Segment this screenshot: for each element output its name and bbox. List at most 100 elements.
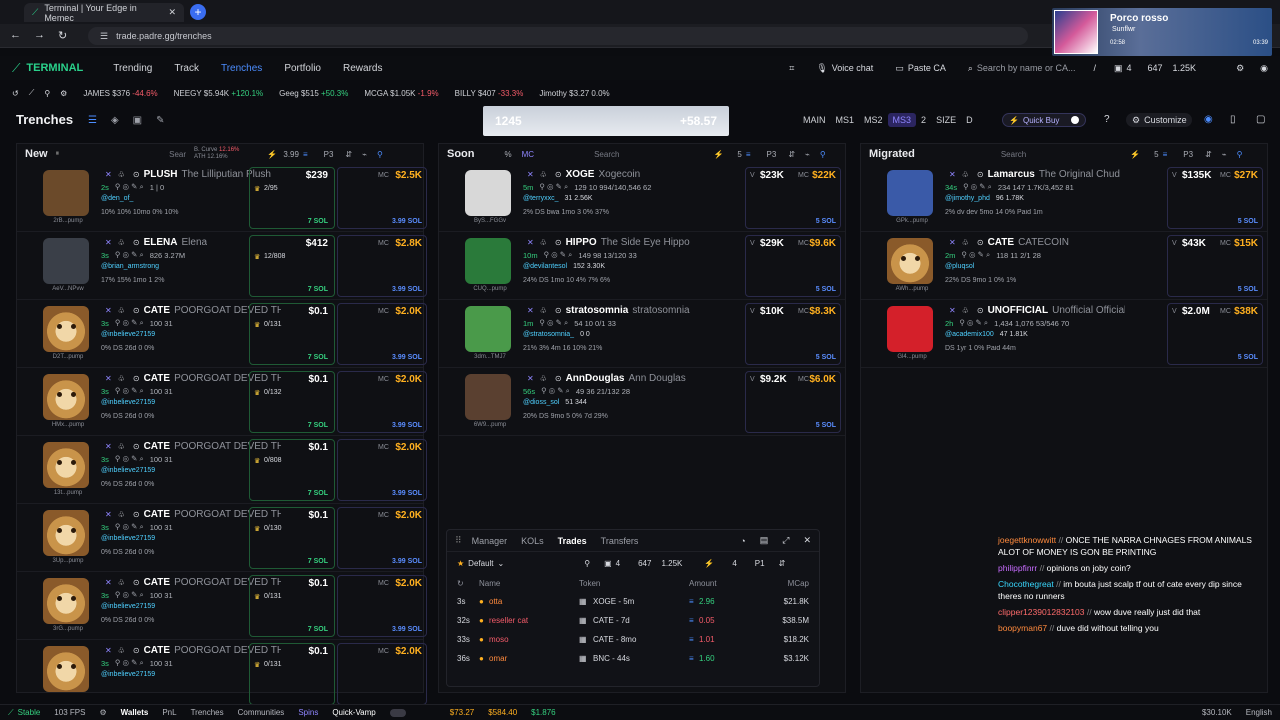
token-image[interactable] [465, 170, 511, 216]
nav-trenches[interactable]: Trenches [221, 63, 262, 74]
dev-handle[interactable]: @devilantesol [523, 263, 567, 270]
seg-ms2[interactable]: MS2 [859, 113, 888, 127]
quick-buy-green[interactable]: 7 SOL [308, 286, 328, 293]
quick-buy-button[interactable]: 5 SOL [816, 218, 836, 225]
list-view-icon[interactable]: ☰ [88, 115, 97, 126]
nav-portfolio[interactable]: Portfolio [284, 63, 321, 74]
mc-box[interactable]: V $23K MC $22K 5 SOL [745, 167, 841, 229]
settings-gear-icon[interactable]: ⚙ [1236, 63, 1244, 74]
copy-icon[interactable]: ⊙ [133, 306, 140, 315]
trade-row[interactable]: 33s ● moso ▦ CATE - 8mo ≡ 1.01 $18.2K [447, 630, 819, 649]
dev-handle[interactable]: @academix100 [945, 331, 994, 338]
chat-user[interactable]: clipper1239012832103 [998, 607, 1085, 617]
copy-icon[interactable]: ⊙ [133, 510, 140, 519]
column-amount[interactable]: 5 [1154, 150, 1158, 159]
copy-icon[interactable]: ⊙ [133, 170, 140, 179]
token-image[interactable] [465, 306, 511, 352]
dev-handle[interactable]: @stratosomnia_ [523, 331, 574, 338]
status-spins[interactable]: Spins [298, 708, 318, 717]
star-icon[interactable]: ♧ [118, 170, 125, 179]
bell-icon[interactable]: ▢ [1256, 114, 1265, 125]
star-icon[interactable]: ♧ [962, 170, 969, 179]
status-wallets[interactable]: Wallets [121, 708, 149, 717]
copy-icon[interactable]: ⊙ [555, 306, 562, 315]
eye-icon[interactable]: ◉ [1204, 114, 1213, 125]
column-filter-icon[interactable]: ⚲ [820, 150, 826, 159]
reload-icon[interactable]: ↻ [58, 29, 67, 42]
token-address[interactable]: Gl4...pump [885, 354, 939, 360]
quick-buy-green[interactable]: 7 SOL [308, 354, 328, 361]
mc-box[interactable]: MC $2.8K 3.99 SOL [337, 235, 427, 297]
refresh-icon[interactable]: ↻ [457, 579, 479, 588]
mc-box[interactable]: MC $2.0K [337, 643, 427, 705]
token-image[interactable] [43, 170, 89, 216]
filter-icon[interactable]: ⚲ [44, 89, 50, 98]
token-image[interactable] [43, 442, 89, 488]
dev-handle[interactable]: @brian_armstrong [101, 263, 159, 270]
quick-buy-button[interactable]: 5 SOL [816, 286, 836, 293]
quick-buy-green[interactable]: 7 SOL [308, 218, 328, 225]
star-icon[interactable]: ♧ [540, 170, 547, 179]
dev-handle[interactable]: @inbelieve27159 [101, 331, 155, 338]
ticker-item[interactable]: MCGA $1.05K -1.9% [364, 89, 438, 98]
trade-row[interactable]: 36s ● omar ▦ BNC - 44s ≡ 1.60 $3.12K [447, 649, 819, 668]
quick-buy-green[interactable]: 7 SOL [308, 558, 328, 565]
token-address[interactable]: CUQ...pump [463, 286, 517, 292]
status-quick-vamp[interactable]: Quick-Vamp [332, 708, 375, 717]
nav-track[interactable]: Track [174, 63, 199, 74]
star-icon[interactable]: ♧ [118, 510, 125, 519]
star-icon[interactable]: ♧ [118, 374, 125, 383]
token-card[interactable]: 3Up...pump✕♧⊙CATEPOORGOAT DEVED THIS CAT… [17, 504, 427, 572]
nav-trending[interactable]: Trending [113, 63, 152, 74]
star-icon[interactable]: ♧ [540, 238, 547, 247]
trade-token[interactable]: CATE - 8mo [593, 635, 689, 644]
star-icon[interactable]: ♧ [540, 306, 547, 315]
mc-box[interactable]: V $29K MC $9.6K 5 SOL [745, 235, 841, 297]
trader-name[interactable]: reseller cat [489, 616, 579, 625]
dev-handle[interactable]: @den_of_ [101, 195, 133, 202]
customize-button[interactable]: ⚙ Customize [1126, 113, 1192, 127]
column-search-input[interactable]: Search [594, 150, 619, 159]
token-card[interactable]: GPk...pump ✕ ♧ ⊙ Lamarcus The Original Chud 34… [861, 164, 1267, 232]
token-card[interactable]: 3dm...TMJ7 ✕ ♧ ⊙ stratosomnia stratosomnia 1m ⚲… [439, 300, 845, 368]
star-icon[interactable]: ♧ [118, 646, 125, 655]
copy-icon[interactable]: ⊙ [555, 170, 562, 179]
mc-box[interactable]: MC $2.0K 3.99 SOL [337, 507, 427, 569]
column-filter-icon[interactable]: ⚲ [377, 150, 383, 159]
quick-buy-green[interactable]: 7 SOL [308, 422, 328, 429]
token-image[interactable] [887, 238, 933, 284]
voice-chat-button[interactable]: Voice chat [832, 63, 874, 73]
copy-icon[interactable]: ⊙ [555, 374, 562, 383]
square-icon[interactable]: ▣ [133, 115, 142, 126]
token-address[interactable]: ByS...FGGv [463, 218, 517, 224]
pause-icon[interactable]: ⏸ [56, 150, 60, 158]
wallet-icon[interactable]: ▣ [1114, 63, 1123, 74]
token-image[interactable] [887, 170, 933, 216]
quick-buy-button[interactable]: 3.99 SOL [392, 218, 422, 225]
star-icon[interactable]: ♧ [962, 306, 969, 315]
seg-main[interactable]: MAIN [798, 113, 831, 127]
mc-box[interactable]: MC $2.0K 3.99 SOL [337, 575, 427, 637]
ticker-item[interactable]: NEEGY $5.94K +120.1% [174, 89, 264, 98]
status-pnl[interactable]: PnL [162, 708, 176, 717]
bookmark-icon[interactable]: ▯ [1230, 114, 1236, 125]
seg-ms1[interactable]: MS1 [831, 113, 860, 127]
dev-handle[interactable]: @pluqsol [945, 263, 974, 270]
token-address[interactable]: 3rG...pump [41, 626, 95, 632]
token-address[interactable]: 3Up...pump [41, 558, 95, 564]
column-amount[interactable]: 5 [737, 150, 741, 159]
language[interactable]: English [1246, 708, 1272, 717]
url-field[interactable]: ☰ trade.padre.gg/trenches [88, 27, 1028, 45]
token-address[interactable]: D2T...pump [41, 354, 95, 360]
trade-row[interactable]: 32s ● reseller cat ▦ CATE - 7d ≡ 0.05 $38.5M [447, 611, 819, 630]
column-filter-icon[interactable]: ⚲ [1237, 150, 1243, 159]
tab-manager[interactable]: Manager [472, 536, 508, 546]
global-search-input[interactable]: Search by name or CA... [977, 63, 1076, 73]
buy-box[interactable]: $0.1 ♛ 0/130 7 SOL [249, 507, 335, 569]
help-icon[interactable]: ? [1104, 114, 1110, 125]
star-icon[interactable]: ♧ [118, 578, 125, 587]
copy-icon[interactable]: ⊙ [133, 442, 140, 451]
copy-icon[interactable]: ⊙ [977, 170, 984, 179]
trader-name[interactable]: moso [489, 635, 579, 644]
token-card[interactable]: ByS...FGGv ✕ ♧ ⊙ XOGE Xogecoin 5m ⚲ ◎ ✎ ⌕ 129 10… [439, 164, 845, 232]
